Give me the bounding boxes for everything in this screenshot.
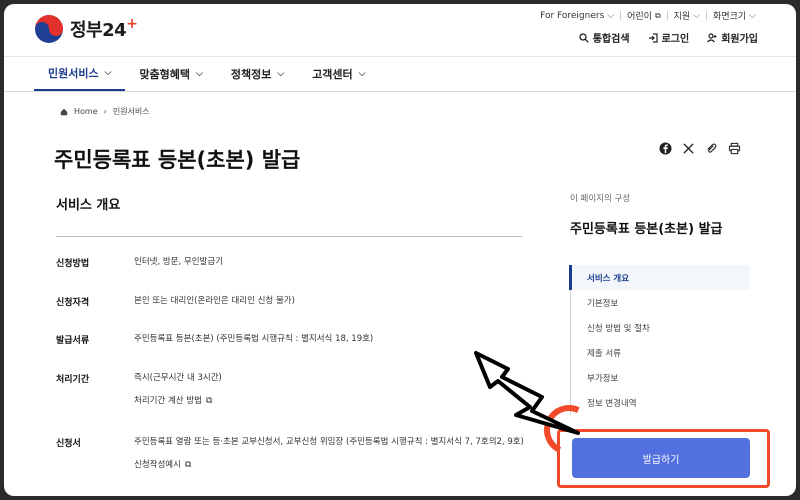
breadcrumb-home[interactable]: Home	[74, 107, 98, 116]
user-add-icon	[707, 32, 717, 42]
info-value: 본인 또는 대리인(온라인은 대리인 신청 불가)	[134, 296, 295, 306]
section-title: 서비스 개요	[56, 198, 121, 213]
pointer-arrow-icon	[474, 351, 580, 435]
info-row: 신청서 주민등록표 열람 또는 등·초본 교부신청서, 교부신청 위임장 (주민…	[56, 436, 524, 472]
info-label: 신청방법	[56, 259, 90, 269]
login-icon	[648, 32, 658, 43]
for-foreigners-label: For Foreigners	[540, 10, 605, 21]
nav-label: 정책정보	[230, 68, 272, 81]
search-icon	[579, 32, 589, 43]
nav-label: 고객센터	[312, 68, 353, 81]
toc-item-change-history[interactable]: 정보 변경내역	[571, 390, 750, 415]
taegeuk-logo-icon	[35, 15, 63, 43]
nav-item-civil-service[interactable]: 민원서비스 ⌵	[34, 57, 126, 91]
chevron-right-icon: ›	[103, 107, 107, 116]
info-row: 처리기간 즉시(근무시간 내 3시간) 처리기간 계산 방법 ⧉	[56, 372, 524, 408]
chevron-down-icon: ⌵	[749, 10, 756, 21]
toc-heading: 이 페이지의 구성	[570, 194, 631, 204]
nav-item-policy[interactable]: 정책정보 ⌵	[217, 57, 298, 91]
chevron-down-icon: ⌵	[607, 10, 615, 21]
info-row: 발급서류 주민등록표 등본(초본) (주민등록법 시행규칙 : 별지서식 18,…	[56, 333, 524, 346]
application-example-label: 신청작성예시	[134, 460, 181, 470]
paperclip-icon[interactable]	[705, 142, 718, 155]
info-value-group: 즉시(근무시간 내 3시간) 처리기간 계산 방법 ⧉	[134, 372, 524, 408]
logo-plus: +	[126, 16, 138, 32]
chevron-down-icon: ⌵	[358, 69, 366, 79]
info-label: 신청서	[56, 439, 81, 449]
nav-label: 민원서비스	[48, 67, 99, 80]
logo-word: 정부	[70, 20, 103, 41]
copy-icon: ⧉	[205, 396, 213, 406]
toc-item-overview[interactable]: 서비스 개요	[569, 265, 750, 290]
support-menu[interactable]: 지원 ⌵	[668, 9, 706, 23]
login-button[interactable]: 로그인	[648, 30, 690, 45]
screen-size-menu[interactable]: 화면크기 ⌵	[707, 9, 762, 23]
nav-item-customer-center[interactable]: 고객센터 ⌵	[298, 57, 379, 91]
logo-text: 정부24+	[70, 16, 138, 42]
facebook-icon[interactable]	[659, 142, 672, 155]
signup-button[interactable]: 회원가입	[707, 30, 758, 45]
print-icon[interactable]	[728, 142, 741, 155]
screen-size-label: 화면크기	[713, 12, 747, 22]
toc-item-procedure[interactable]: 신청 방법 및 절차	[571, 315, 750, 340]
search-button[interactable]: 통합검색	[579, 30, 630, 45]
for-foreigners-link[interactable]: For Foreigners ⌵	[534, 11, 620, 21]
info-row: 신청자격 본인 또는 대리인(온라인은 대리인 신청 불가)	[56, 295, 524, 308]
breadcrumb: Home › 민원서비스	[60, 106, 150, 117]
utility-main-bar: 통합검색 로그인 회원가입	[579, 30, 758, 45]
kids-link[interactable]: 어린이 ⧉	[621, 9, 667, 23]
info-value: 즉시(근무시간 내 3시간)	[134, 373, 222, 383]
info-row: 신청방법 인터넷, 방문, 무인발급기	[56, 256, 524, 269]
toc-item-basic-info[interactable]: 기본정보	[571, 290, 750, 315]
nav-label: 맞춤형혜택	[139, 68, 191, 81]
kids-label: 어린이	[627, 12, 652, 22]
info-value-group: 주민등록표 열람 또는 등·초본 교부신청서, 교부신청 위임장 (주민등록법 …	[134, 436, 524, 472]
page-title: 주민등록표 등본(초본) 발급	[54, 148, 301, 172]
chevron-down-icon: ⌵	[277, 69, 285, 79]
chevron-down-icon: ⌵	[693, 10, 701, 21]
info-label: 처리기간	[56, 375, 90, 385]
info-value: 인터넷, 방문, 무인발급기	[134, 257, 224, 267]
processing-time-label: 처리기간 계산 방법	[134, 396, 202, 406]
breadcrumb-civil-service[interactable]: 민원서비스	[113, 106, 150, 117]
browser-frame: 정부24+ For Foreigners ⌵ 어린이 ⧉ 지원 ⌵ 화면크기 ⌵ 통합검…	[4, 4, 796, 496]
share-toolbar	[659, 142, 741, 155]
chevron-down-icon: ⌵	[104, 68, 112, 78]
signup-label: 회원가입	[721, 34, 758, 45]
info-value: 주민등록표 열람 또는 등·초본 교부신청서, 교부신청 위임장 (주민등록법 …	[134, 437, 524, 447]
processing-time-link[interactable]: 처리기간 계산 방법 ⧉	[134, 395, 524, 408]
home-icon	[60, 108, 68, 115]
toc-item-additional-info[interactable]: 부가정보	[571, 365, 750, 390]
chevron-down-icon: ⌵	[196, 69, 203, 79]
support-label: 지원	[673, 12, 691, 22]
x-twitter-icon[interactable]	[682, 142, 695, 155]
utility-top-bar: For Foreigners ⌵ 어린이 ⧉ 지원 ⌵ 화면크기 ⌵	[534, 9, 762, 23]
info-label: 발급서류	[56, 336, 90, 346]
section-divider	[56, 236, 522, 237]
toc-list: 서비스 개요 기본정보 신청 방법 및 절차 제출 서류 부가정보 정보 변경내…	[569, 265, 750, 415]
gov24-logo[interactable]: 정부24+	[34, 14, 138, 44]
login-label: 로그인	[661, 34, 690, 45]
toc-title: 주민등록표 등본(초본) 발급	[570, 222, 723, 237]
external-link-icon: ⧉	[654, 10, 661, 20]
info-label: 신청자격	[56, 298, 90, 308]
search-label: 통합검색	[592, 34, 630, 45]
application-example-link[interactable]: 신청작성예시 ⧉	[134, 459, 524, 472]
external-link-icon: ⧉	[184, 460, 192, 470]
main-nav: 민원서비스 ⌵ 맞춤형혜택 ⌵ 정책정보 ⌵ 고객센터 ⌵	[4, 56, 796, 92]
info-value: 주민등록표 등본(초본) (주민등록법 시행규칙 : 별지서식 18, 19호)	[134, 334, 374, 344]
nav-item-benefits[interactable]: 맞춤형혜택 ⌵	[125, 57, 216, 91]
logo-number: 24	[102, 20, 127, 41]
toc-item-documents[interactable]: 제출 서류	[571, 340, 750, 365]
